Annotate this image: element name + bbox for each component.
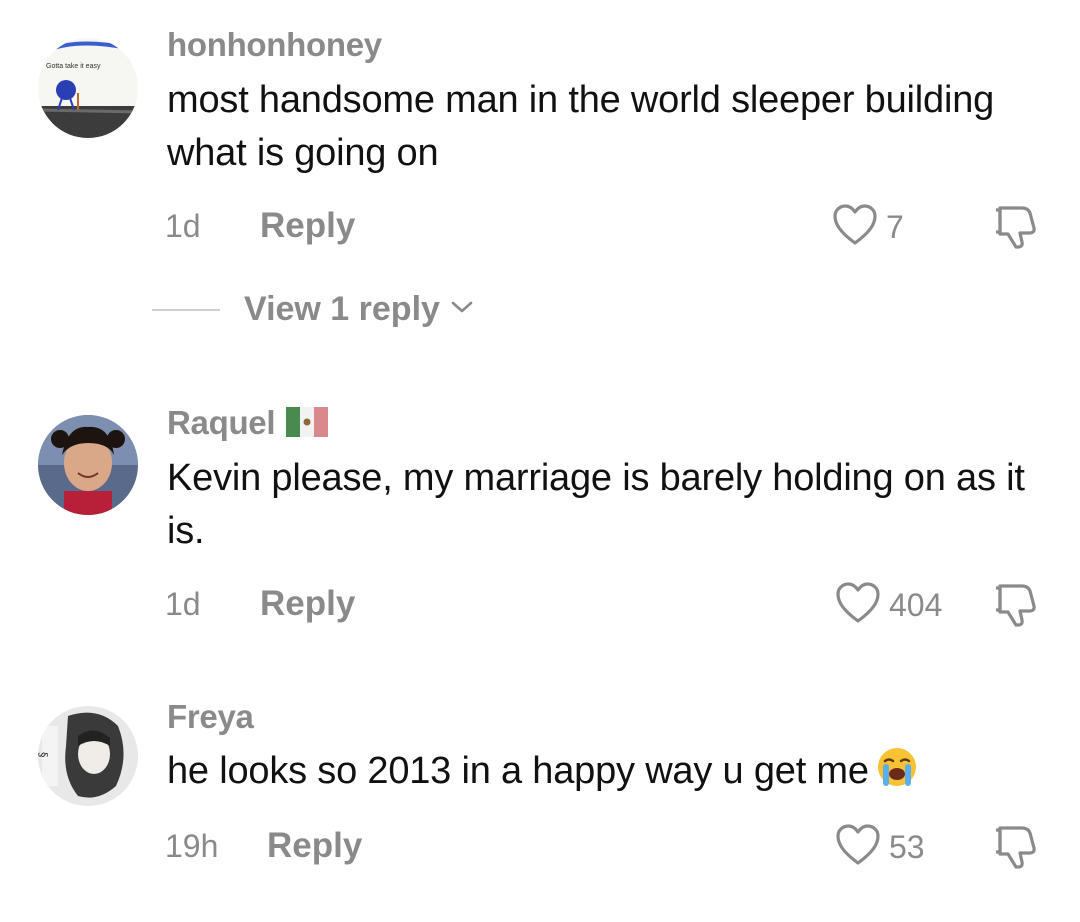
loudly-crying-face-icon — [875, 745, 919, 804]
comment-text: Kevin please, my marriage is barely hold… — [167, 457, 1025, 552]
like-count: 7 — [886, 209, 904, 245]
avatar-caption: Gotta take it easy — [46, 63, 101, 70]
username[interactable]: Freya — [167, 698, 254, 736]
username[interactable]: Raquel — [167, 404, 329, 445]
comment-time: 19h — [165, 828, 219, 864]
divider — [152, 308, 220, 311]
svg-text:§: § — [38, 752, 50, 758]
avatar[interactable]: § — [38, 706, 138, 806]
view-replies-button[interactable]: View 1 reply — [152, 290, 474, 329]
username[interactable]: honhonhoney — [167, 26, 382, 64]
chevron-down-icon — [450, 299, 474, 320]
heart-outline-icon — [832, 204, 878, 251]
comment-time: 1d — [165, 586, 201, 622]
reply-button[interactable]: Reply — [267, 826, 362, 866]
like-count: 404 — [889, 587, 943, 623]
thumbs-down-icon[interactable] — [992, 204, 1040, 255]
comment-text: he looks so 2013 in a happy way u get me — [167, 745, 1047, 804]
heart-outline-icon — [835, 582, 881, 629]
thumbs-down-icon[interactable] — [992, 582, 1040, 633]
username-text: Raquel — [167, 404, 276, 441]
like-button[interactable]: 404 — [835, 582, 942, 629]
mexico-flag-icon — [286, 407, 329, 445]
heart-outline-icon — [835, 824, 881, 871]
comment-text: most handsome man in the world sleeper b… — [167, 79, 995, 174]
avatar[interactable]: Gotta take it easy — [38, 38, 138, 138]
reply-button[interactable]: Reply — [260, 206, 355, 246]
like-button[interactable]: 7 — [832, 204, 904, 251]
reply-button[interactable]: Reply — [260, 584, 355, 624]
like-button[interactable]: 53 — [835, 824, 925, 871]
comment-time: 1d — [165, 208, 201, 244]
avatar[interactable] — [38, 415, 138, 515]
like-count: 53 — [889, 829, 925, 865]
comment-text-body: he looks so 2013 in a happy way u get me — [167, 750, 869, 792]
thumbs-down-icon[interactable] — [992, 824, 1040, 875]
view-replies-label: View 1 reply — [244, 290, 440, 328]
